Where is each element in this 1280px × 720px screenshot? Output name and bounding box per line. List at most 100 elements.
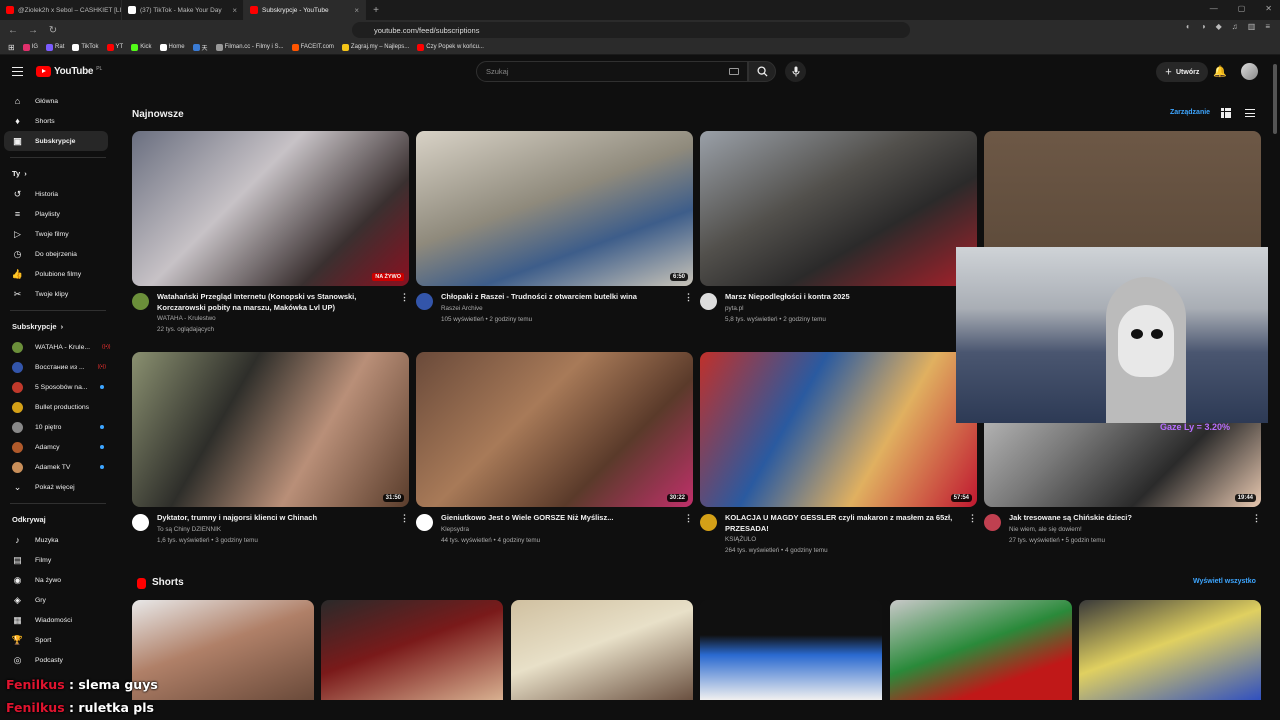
- channel-name[interactable]: WATAHA - Krulestwo: [157, 313, 389, 324]
- user-avatar[interactable]: [1241, 63, 1258, 80]
- browser-tab[interactable]: Subskrypcje - YouTube ×: [244, 0, 366, 20]
- bookmark-item[interactable]: Home: [159, 43, 185, 51]
- video-card[interactable]: 30:22 Gieniutkowo Jest o Wiele GORSZE Niż…: [416, 352, 693, 546]
- video-card[interactable]: NA ŻYWO Watahański Przegląd Internetu (Ko…: [132, 131, 409, 335]
- extension-icon[interactable]: ◆: [1216, 22, 1222, 31]
- bookmark-item[interactable]: FACEIT.com: [291, 43, 334, 51]
- sidebar-item[interactable]: ◎ Podcasty: [0, 650, 116, 670]
- more-options-icon[interactable]: ⋮: [400, 292, 409, 303]
- video-title[interactable]: KOLACJA U MAGDY GESSLER czyli makaron z …: [725, 513, 957, 534]
- sidebar-item[interactable]: ⌂ Główna: [0, 91, 116, 111]
- video-card[interactable]: Marsz Niepodległości i kontra 2025 pyta.p…: [700, 131, 977, 325]
- keyboard-icon[interactable]: [729, 68, 739, 75]
- video-title[interactable]: Chłopaki z Raszei - Trudności z otwarcie…: [441, 292, 673, 303]
- channel-name[interactable]: Raszei Archive: [441, 303, 673, 314]
- sidebar-channel-item[interactable]: Adamcy: [0, 437, 116, 457]
- view-all-link[interactable]: Wyświetl wszystko: [1193, 578, 1256, 585]
- bookmark-item[interactable]: Filman.cc - Filmy i S...: [215, 43, 284, 51]
- sidebar-channel-item[interactable]: WATAHA - Krule... ((•)): [0, 337, 116, 357]
- video-title[interactable]: Watahański Przegląd Internetu (Konopski …: [157, 292, 389, 313]
- sidebar-item[interactable]: ▤ Filmy: [0, 550, 116, 570]
- menu-hamburger-icon[interactable]: [12, 67, 23, 76]
- video-title[interactable]: Jak tresowane są Chińskie dzieci?: [1009, 513, 1241, 524]
- show-more-button[interactable]: ⌄ Pokaż więcej: [0, 477, 116, 497]
- sidebar-item[interactable]: ▦ Wiadomości: [0, 610, 116, 630]
- apps-icon[interactable]: ⊞: [8, 43, 15, 52]
- sidebar-item[interactable]: ✂ Twoje klipy: [0, 284, 116, 304]
- more-options-icon[interactable]: ⋮: [968, 513, 977, 524]
- sidebar-channel-item[interactable]: Adamek TV: [0, 457, 116, 477]
- sidebar-item[interactable]: ↺ Historia: [0, 184, 116, 204]
- video-thumbnail[interactable]: [700, 131, 977, 286]
- more-options-icon[interactable]: ⋮: [684, 513, 693, 524]
- create-button[interactable]: ＋ Utwórz: [1156, 62, 1209, 82]
- address-bar[interactable]: youtube.com/feed/subscriptions: [352, 22, 910, 38]
- youtube-logo[interactable]: YouTube PL: [36, 66, 102, 77]
- scrollbar[interactable]: [1272, 60, 1278, 720]
- extension-icon[interactable]: ◐: [1186, 22, 1191, 31]
- bookmark-item[interactable]: TikTok: [72, 43, 99, 51]
- bookmark-item[interactable]: IG: [22, 43, 38, 51]
- video-title[interactable]: Gieniutkowo Jest o Wiele GORSZE Niż Myśl…: [441, 513, 673, 524]
- sidebar-channel-item[interactable]: 5 Sposobów na...: [0, 377, 116, 397]
- reload-icon[interactable]: ↻: [48, 25, 58, 36]
- voice-search-button[interactable]: [785, 61, 806, 82]
- close-window-icon[interactable]: ✕: [1265, 4, 1272, 13]
- notifications-icon[interactable]: 🔔: [1213, 65, 1227, 78]
- sidebar-item[interactable]: ◉ Na żywo: [0, 570, 116, 590]
- sidebar-item[interactable]: 👍 Polubione filmy: [0, 264, 116, 284]
- channel-name[interactable]: Klepsydra: [441, 524, 673, 535]
- search-button[interactable]: [748, 61, 776, 82]
- sidebar-item[interactable]: 🏆 Sport: [0, 630, 116, 650]
- short-thumbnail[interactable]: [132, 600, 314, 700]
- new-tab-icon[interactable]: +: [366, 5, 386, 16]
- channel-avatar[interactable]: [984, 514, 1001, 531]
- short-thumbnail[interactable]: [889, 600, 1072, 700]
- sidebar-toggle-icon[interactable]: ▥: [1248, 22, 1256, 31]
- bookmark-item[interactable]: Czy Popek w końcu...: [417, 43, 484, 51]
- more-options-icon[interactable]: ⋮: [684, 292, 693, 303]
- grid-view-icon[interactable]: [1221, 108, 1231, 118]
- channel-avatar[interactable]: [700, 293, 717, 310]
- search-input[interactable]: Szukaj: [476, 61, 748, 82]
- extension-icon[interactable]: ◑: [1201, 22, 1206, 31]
- video-thumbnail[interactable]: 30:22: [416, 352, 693, 507]
- video-thumbnail[interactable]: 6:50: [416, 131, 693, 286]
- channel-avatar[interactable]: [416, 514, 433, 531]
- channel-avatar[interactable]: [132, 293, 149, 310]
- video-thumbnail[interactable]: NA ŻYWO: [132, 131, 409, 286]
- bookmark-item[interactable]: YT: [106, 43, 123, 51]
- channel-name[interactable]: KSIĄŻULO: [725, 534, 957, 545]
- video-card[interactable]: 57:54 KOLACJA U MAGDY GESSLER czyli makar…: [700, 352, 977, 556]
- more-options-icon[interactable]: ⋮: [1252, 513, 1261, 524]
- sidebar-section-you[interactable]: Ty ›: [0, 162, 116, 184]
- list-view-icon[interactable]: [1245, 109, 1255, 117]
- short-thumbnail[interactable]: [1079, 600, 1261, 700]
- bookmark-item[interactable]: Zagraj.my – Najleps...: [341, 43, 409, 51]
- short-thumbnail[interactable]: [700, 600, 883, 700]
- short-thumbnail[interactable]: [321, 600, 504, 700]
- extension-icon[interactable]: ♫: [1232, 22, 1238, 31]
- sidebar-item[interactable]: ▣ Subskrypcje: [4, 131, 108, 151]
- forward-icon[interactable]: →: [28, 25, 38, 36]
- channel-avatar[interactable]: [700, 514, 717, 531]
- video-title[interactable]: Dyktator, trumny i najgorsi klienci w Ch…: [157, 513, 389, 524]
- sidebar-channel-item[interactable]: Восстание из ... ((•)): [0, 357, 116, 377]
- channel-name[interactable]: To są Chiny DZIENNIK: [157, 524, 389, 535]
- sidebar-item[interactable]: ▷ Twoje filmy: [0, 224, 116, 244]
- sidebar-item[interactable]: ◈ Gry: [0, 590, 116, 610]
- tab-close-icon[interactable]: ×: [354, 6, 359, 15]
- bookmark-item[interactable]: 天: [192, 43, 208, 52]
- browser-tab[interactable]: (37) TikTok - Make Your Day ×: [122, 0, 244, 20]
- sidebar-item[interactable]: ♪ Muzyka: [0, 530, 116, 550]
- channel-avatar[interactable]: [132, 514, 149, 531]
- video-thumbnail[interactable]: 31:50: [132, 352, 409, 507]
- tab-close-icon[interactable]: ×: [232, 6, 237, 15]
- channel-name[interactable]: Nie wiem, ale się dowiem!: [1009, 524, 1241, 535]
- bookmark-item[interactable]: Kick: [131, 43, 152, 51]
- channel-avatar[interactable]: [416, 293, 433, 310]
- sidebar-channel-item[interactable]: Bullet productions: [0, 397, 116, 417]
- video-thumbnail[interactable]: 57:54: [700, 352, 977, 507]
- sidebar-section-subscriptions[interactable]: Subskrypcje ›: [0, 315, 116, 337]
- short-thumbnail[interactable]: [510, 600, 693, 700]
